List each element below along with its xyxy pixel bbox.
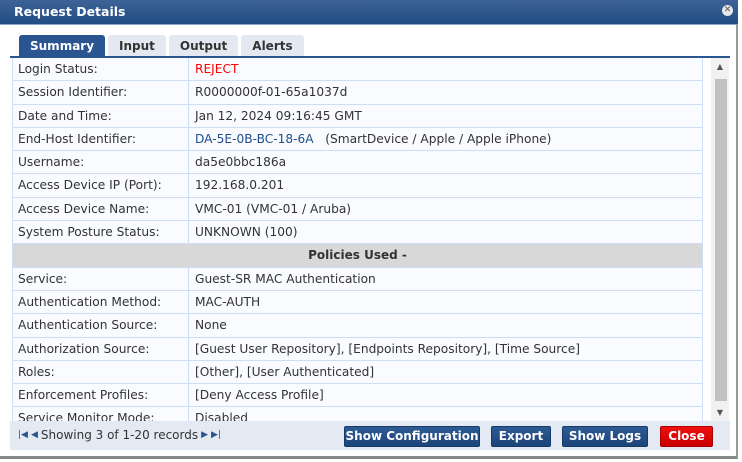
table-row: Authorization Source: [Guest User Reposit… bbox=[12, 337, 703, 361]
row-label: Authorization Source: bbox=[12, 337, 189, 360]
row-label: System Posture Status: bbox=[12, 221, 189, 244]
pager-text: Showing 3 of 1-20 records bbox=[40, 428, 199, 442]
close-icon[interactable]: ✕ bbox=[722, 5, 733, 16]
row-label: Date and Time: bbox=[12, 104, 189, 127]
tab-alerts[interactable]: Alerts bbox=[241, 35, 304, 56]
table-row: Service: Guest-SR MAC Authentication bbox=[12, 267, 703, 291]
scroll-down-icon[interactable]: ▼ bbox=[711, 408, 729, 417]
table-row: Date and Time: Jan 12, 2024 09:16:45 GMT bbox=[12, 104, 703, 128]
row-value: [Other], [User Authenticated] bbox=[195, 364, 375, 379]
first-page-icon[interactable]: |◀ bbox=[18, 430, 28, 440]
table-row: Service Monitor Mode: Disabled bbox=[12, 407, 703, 421]
dialog-footer: |◀ ◀ Showing 3 of 1-20 records ▶ ▶| Show… bbox=[10, 421, 730, 450]
row-label: Session Identifier: bbox=[12, 81, 189, 104]
export-button[interactable]: Export bbox=[491, 426, 551, 447]
row-value: Jan 12, 2024 09:16:45 GMT bbox=[195, 108, 362, 123]
scroll-up-icon[interactable]: ▲ bbox=[711, 62, 729, 71]
end-host-link[interactable]: DA-5E-0B-BC-18-6A bbox=[195, 132, 314, 146]
row-label: Access Device IP (Port): bbox=[12, 174, 189, 197]
table-row: Roles: [Other], [User Authenticated] bbox=[12, 360, 703, 385]
row-value: 192.168.0.201 bbox=[195, 178, 285, 193]
row-value: UNKNOWN (100) bbox=[195, 225, 298, 240]
tab-input[interactable]: Input bbox=[108, 35, 166, 56]
login-status-value: REJECT bbox=[195, 62, 239, 76]
table-row: Access Device Name: VMC-01 (VMC-01 / Arub… bbox=[12, 197, 703, 222]
row-value: da5e0bbc186a bbox=[195, 155, 287, 170]
table-row: Access Device IP (Port): 192.168.0.201 bbox=[12, 174, 703, 198]
summary-table: Login Status: REJECT Session Identifier: R… bbox=[12, 58, 703, 421]
table-row: Enforcement Profiles: [Deny Access Profil… bbox=[12, 384, 703, 408]
row-label: End-Host Identifier: bbox=[12, 127, 189, 151]
row-value: [Deny Access Profile] bbox=[195, 388, 324, 403]
row-label: Authentication Method: bbox=[12, 290, 189, 314]
row-label: Roles: bbox=[12, 360, 189, 384]
row-label: Login Status: bbox=[12, 58, 189, 81]
row-label: Access Device Name: bbox=[12, 197, 189, 221]
row-label: Enforcement Profiles: bbox=[12, 384, 189, 407]
end-host-details: (SmartDevice / Apple / Apple iPhone) bbox=[325, 131, 552, 146]
show-configuration-button[interactable]: Show Configuration bbox=[344, 426, 480, 447]
scrollbar-thumb[interactable] bbox=[715, 79, 727, 401]
row-value: MAC-AUTH bbox=[195, 294, 261, 309]
policies-section-header: Policies Used - bbox=[12, 244, 703, 268]
table-row: Session Identifier: R0000000f-01-65a1037d bbox=[12, 81, 703, 105]
tab-output[interactable]: Output bbox=[168, 35, 239, 56]
vertical-scrollbar[interactable]: ▲ ▼ bbox=[711, 58, 729, 421]
table-row: End-Host Identifier: DA-5E-0B-BC-18-6A (S… bbox=[12, 127, 703, 152]
prev-page-icon[interactable]: ◀ bbox=[31, 430, 38, 440]
row-label: Authentication Source: bbox=[12, 314, 189, 337]
request-details-dialog: Request Details ✕ Summary Input Output A… bbox=[0, 0, 738, 459]
table-row: Username: da5e0bbc186a bbox=[12, 151, 703, 175]
row-value: [Guest User Repository], [Endpoints Repo… bbox=[195, 341, 580, 356]
table-row: Login Status: REJECT bbox=[12, 58, 703, 82]
row-value: VMC-01 (VMC-01 / Aruba) bbox=[195, 201, 352, 216]
dialog-title: Request Details bbox=[14, 4, 126, 19]
show-logs-button[interactable]: Show Logs bbox=[562, 426, 648, 447]
row-value: None bbox=[195, 318, 227, 333]
next-page-icon[interactable]: ▶ bbox=[201, 430, 208, 440]
last-page-icon[interactable]: ▶| bbox=[211, 430, 221, 440]
tab-summary[interactable]: Summary bbox=[19, 35, 106, 56]
title-bar[interactable]: Request Details ✕ bbox=[0, 0, 738, 25]
row-label: Username: bbox=[12, 151, 189, 174]
row-value: Disabled bbox=[195, 411, 248, 421]
table-row: Authentication Source: None bbox=[12, 314, 703, 338]
tab-bar: Summary Input Output Alerts bbox=[19, 35, 304, 56]
row-value: Guest-SR MAC Authentication bbox=[195, 271, 376, 286]
row-label: Service: bbox=[12, 267, 189, 290]
table-row: Authentication Method: MAC-AUTH bbox=[12, 290, 703, 315]
close-button[interactable]: Close bbox=[660, 426, 713, 447]
row-label: Service Monitor Mode: bbox=[12, 407, 189, 421]
table-row: System Posture Status: UNKNOWN (100) bbox=[12, 221, 703, 245]
row-value: R0000000f-01-65a1037d bbox=[195, 85, 348, 100]
pager: |◀ ◀ Showing 3 of 1-20 records ▶ ▶| bbox=[18, 428, 221, 442]
